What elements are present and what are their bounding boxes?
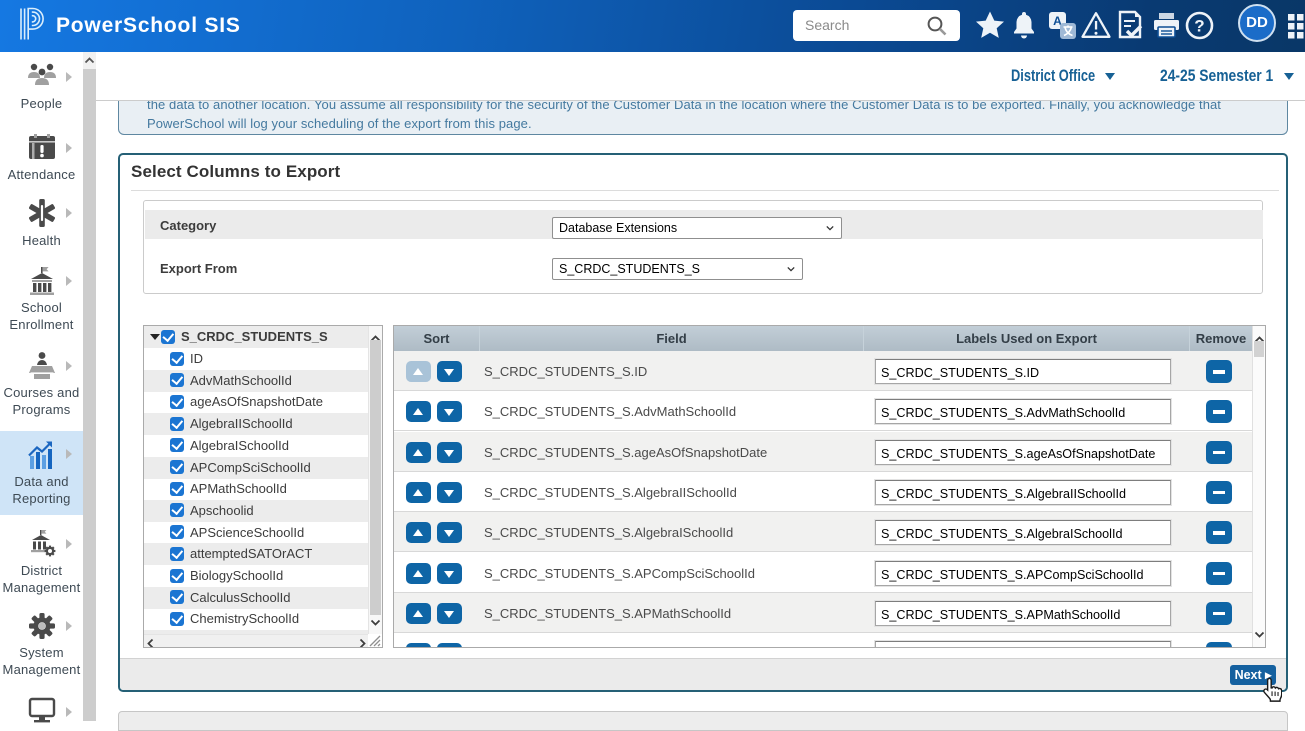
svg-text:?: ? [1194, 17, 1204, 36]
